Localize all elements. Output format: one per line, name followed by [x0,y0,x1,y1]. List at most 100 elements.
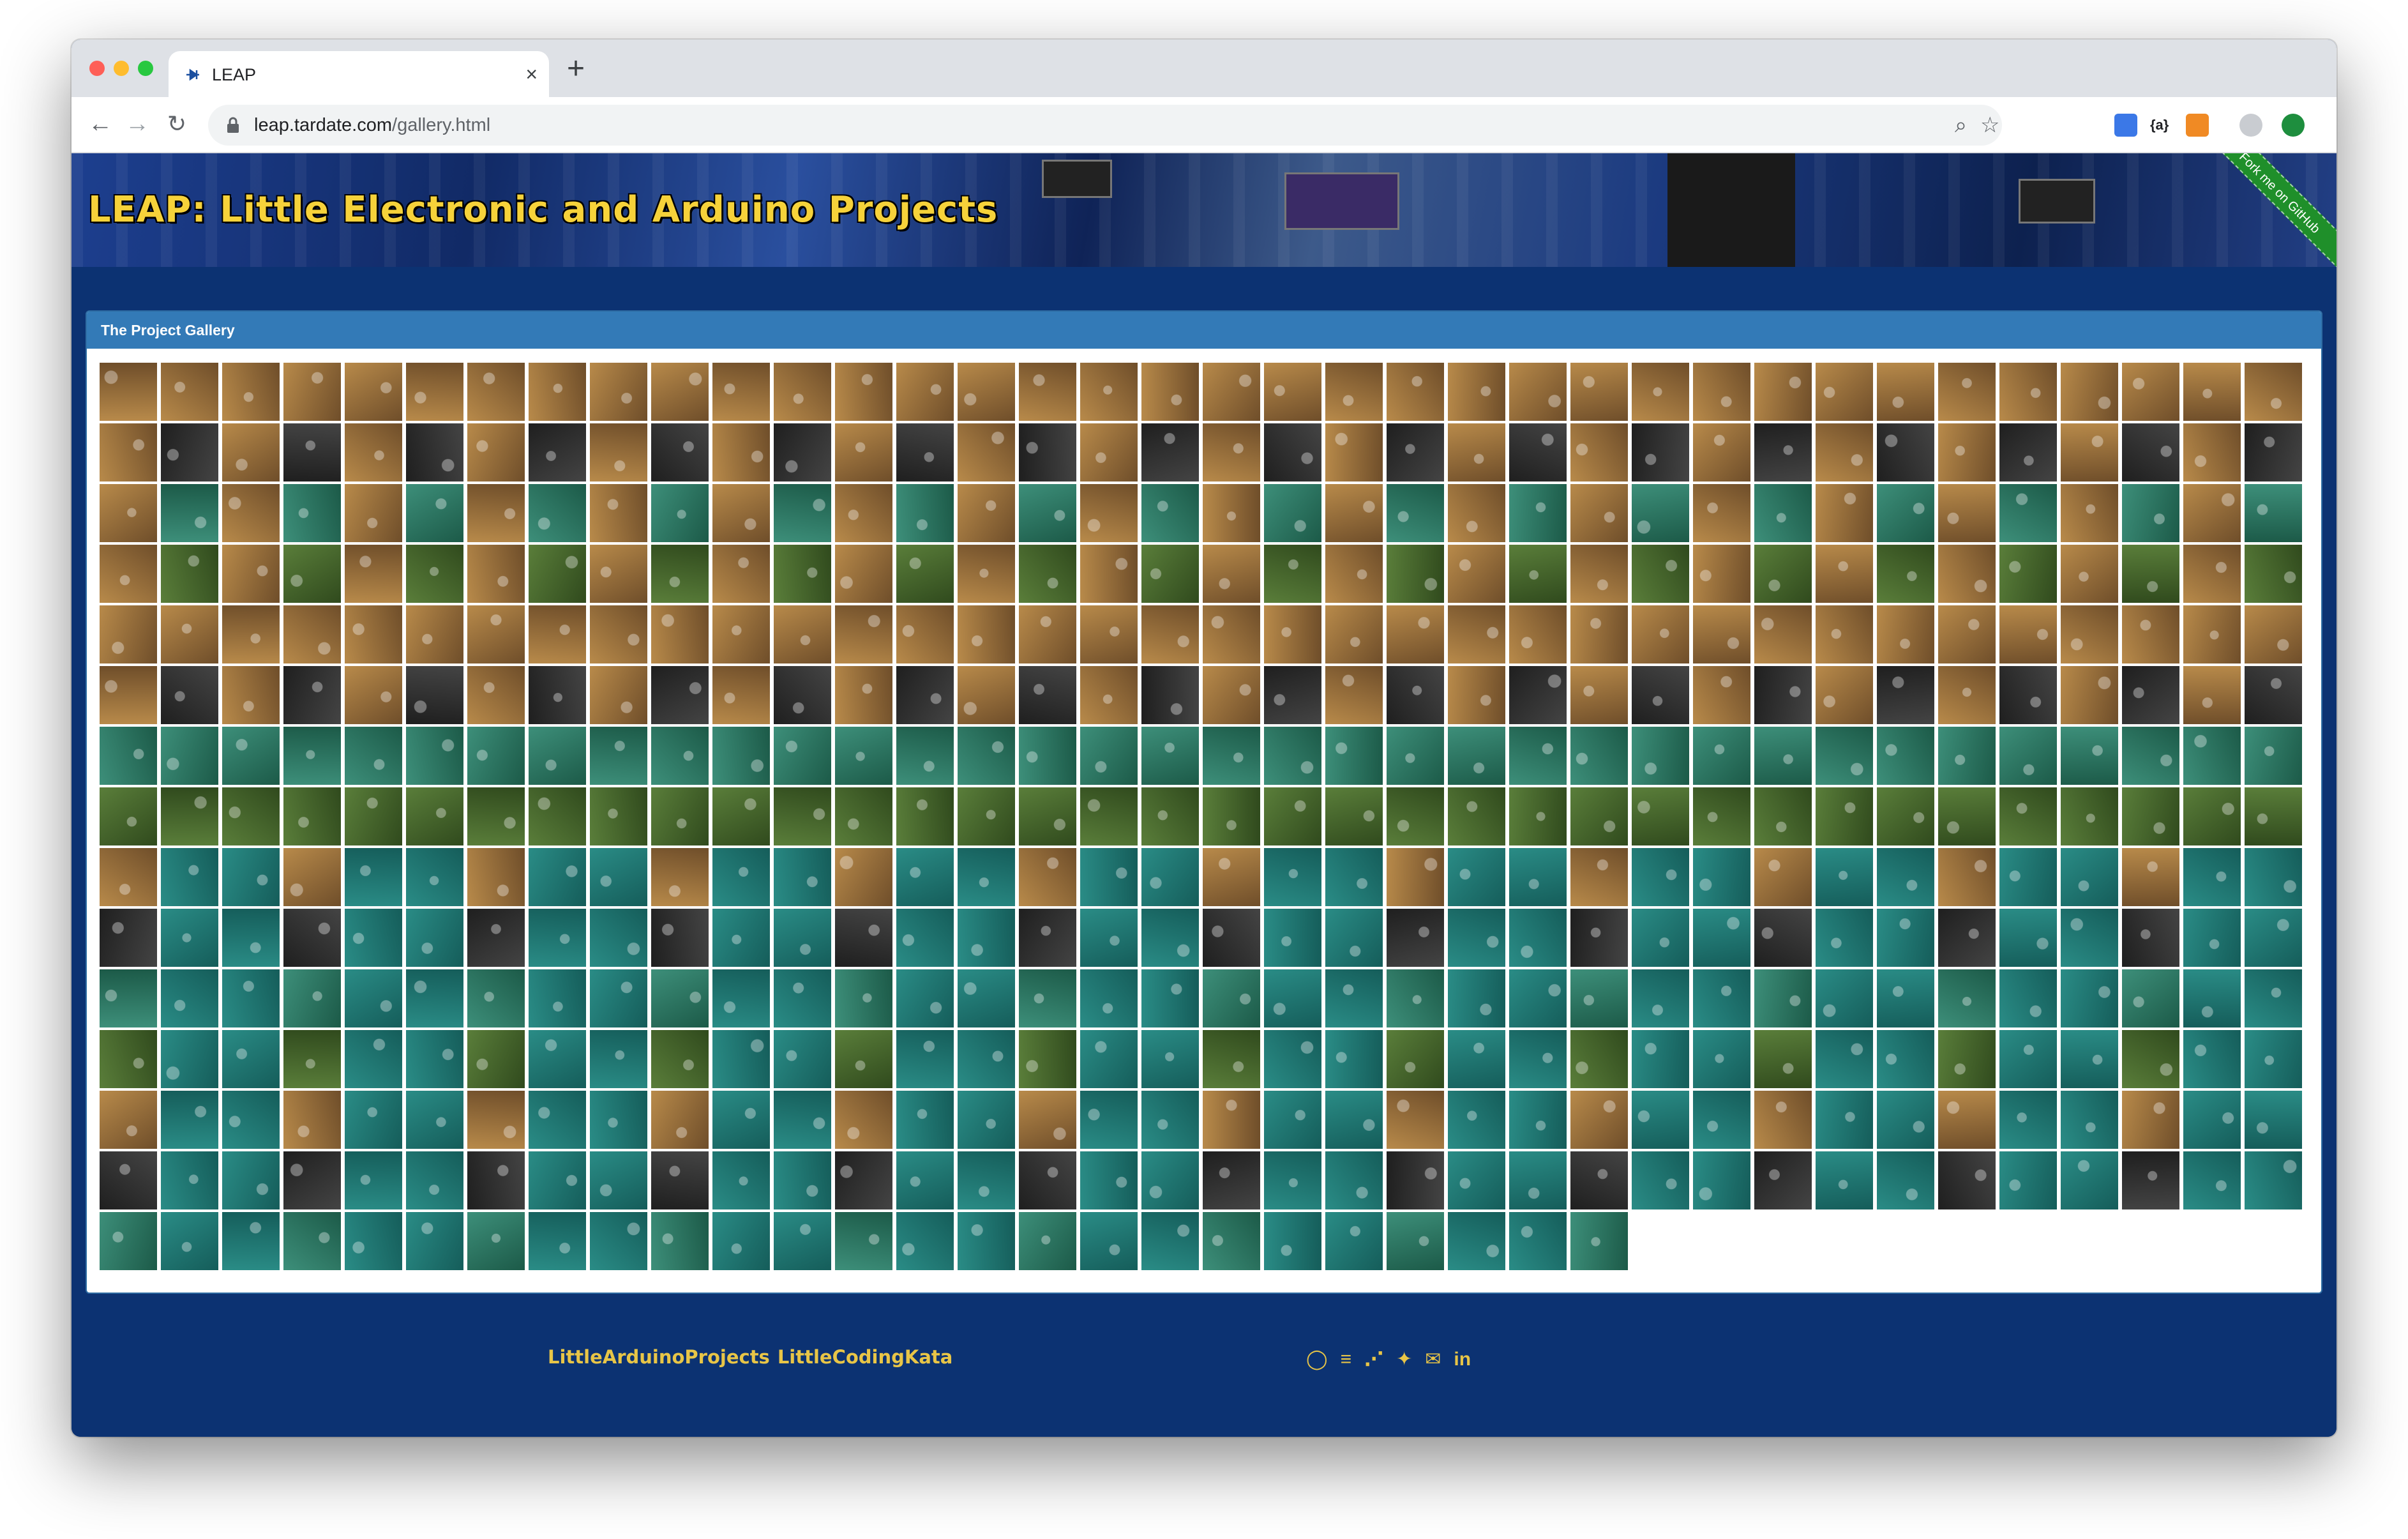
gallery-thumbnail[interactable] [406,909,463,967]
gallery-thumbnail[interactable] [1080,969,1138,1027]
gallery-thumbnail[interactable] [651,1212,709,1270]
gallery-thumbnail[interactable] [1387,909,1444,967]
gallery-thumbnail[interactable] [283,1151,341,1209]
gallery-thumbnail[interactable] [896,969,954,1027]
gallery-thumbnail[interactable] [651,787,709,845]
gallery-thumbnail[interactable] [1754,605,1812,663]
gallery-thumbnail[interactable] [100,909,157,967]
gallery-thumbnail[interactable] [161,545,218,603]
gallery-thumbnail[interactable] [835,605,892,663]
gallery-thumbnail[interactable] [1019,363,1076,421]
gallery-thumbnail[interactable] [1632,484,1689,542]
gallery-thumbnail[interactable] [2245,787,2302,845]
gallery-thumbnail[interactable] [1570,1212,1628,1270]
gallery-thumbnail[interactable] [1693,1151,1750,1209]
gallery-thumbnail[interactable] [1448,848,1505,906]
gallery-thumbnail[interactable] [1264,969,1321,1027]
gallery-thumbnail[interactable] [1754,848,1812,906]
gallery-thumbnail[interactable] [896,545,954,603]
gallery-thumbnail[interactable] [712,423,770,481]
gallery-thumbnail[interactable] [467,545,525,603]
gallery-thumbnail[interactable] [2122,545,2179,603]
gallery-thumbnail[interactable] [1141,545,1199,603]
gallery-thumbnail[interactable] [590,787,647,845]
gallery-thumbnail[interactable] [2122,605,2179,663]
gallery-thumbnail[interactable] [1999,909,2057,967]
gallery-thumbnail[interactable] [406,1151,463,1209]
extension-json-icon[interactable]: {a} [2150,114,2173,137]
gallery-thumbnail[interactable] [651,545,709,603]
gallery-thumbnail[interactable] [161,1151,218,1209]
gallery-thumbnail[interactable] [1325,787,1383,845]
gallery-thumbnail[interactable] [283,1030,341,1088]
gallery-thumbnail[interactable] [1570,1091,1628,1149]
gallery-thumbnail[interactable] [161,848,218,906]
gallery-thumbnail[interactable] [1203,545,1260,603]
gallery-thumbnail[interactable] [1877,848,1934,906]
gallery-thumbnail[interactable] [651,1151,709,1209]
gallery-thumbnail[interactable] [2061,423,2118,481]
gallery-thumbnail[interactable] [1264,1151,1321,1209]
gallery-thumbnail[interactable] [1816,727,1873,785]
gallery-thumbnail[interactable] [1999,545,2057,603]
gallery-thumbnail[interactable] [529,666,586,724]
maximize-window-button[interactable] [138,61,153,76]
gallery-thumbnail[interactable] [2122,1151,2179,1209]
gallery-thumbnail[interactable] [712,605,770,663]
gallery-thumbnail[interactable] [1816,848,1873,906]
gallery-thumbnail[interactable] [590,363,647,421]
star-icon[interactable]: ☆ [1980,114,1999,137]
gallery-thumbnail[interactable] [283,848,341,906]
gallery-thumbnail[interactable] [1693,1091,1750,1149]
gallery-thumbnail[interactable] [1387,1212,1444,1270]
gallery-thumbnail[interactable] [345,969,402,1027]
gallery-thumbnail[interactable] [1509,1030,1567,1088]
gallery-thumbnail[interactable] [529,1151,586,1209]
gallery-thumbnail[interactable] [1632,727,1689,785]
gallery-thumbnail[interactable] [1754,545,1812,603]
gallery-thumbnail[interactable] [283,484,341,542]
gallery-thumbnail[interactable] [958,969,1015,1027]
gallery-thumbnail[interactable] [1448,909,1505,967]
gallery-thumbnail[interactable] [345,787,402,845]
gallery-thumbnail[interactable] [1203,787,1260,845]
gallery-thumbnail[interactable] [1264,363,1321,421]
gallery-thumbnail[interactable] [529,909,586,967]
gallery-thumbnail[interactable] [896,787,954,845]
gallery-thumbnail[interactable] [1570,969,1628,1027]
gallery-thumbnail[interactable] [283,1091,341,1149]
gallery-thumbnail[interactable] [2122,423,2179,481]
gallery-thumbnail[interactable] [1325,727,1383,785]
gallery-thumbnail[interactable] [1141,605,1199,663]
gallery-thumbnail[interactable] [2122,1091,2179,1149]
gallery-thumbnail[interactable] [958,1030,1015,1088]
gallery-thumbnail[interactable] [1570,363,1628,421]
gallery-thumbnail[interactable] [161,484,218,542]
gallery-thumbnail[interactable] [1019,787,1076,845]
gallery-thumbnail[interactable] [1325,484,1383,542]
gallery-thumbnail[interactable] [1754,363,1812,421]
gallery-thumbnail[interactable] [222,545,280,603]
gallery-thumbnail[interactable] [2183,727,2241,785]
gallery-thumbnail[interactable] [1999,1151,2057,1209]
gallery-thumbnail[interactable] [590,1151,647,1209]
gallery-thumbnail[interactable] [651,666,709,724]
gallery-thumbnail[interactable] [283,545,341,603]
gallery-thumbnail[interactable] [467,969,525,1027]
gallery-thumbnail[interactable] [1509,848,1567,906]
gallery-thumbnail[interactable] [1632,848,1689,906]
gallery-thumbnail[interactable] [835,423,892,481]
gallery-thumbnail[interactable] [2122,363,2179,421]
gallery-thumbnail[interactable] [835,909,892,967]
gallery-thumbnail[interactable] [1264,727,1321,785]
gallery-thumbnail[interactable] [1264,1091,1321,1149]
gallery-thumbnail[interactable] [1754,727,1812,785]
gallery-thumbnail[interactable] [2183,1091,2241,1149]
gallery-thumbnail[interactable] [283,666,341,724]
gallery-thumbnail[interactable] [1141,363,1199,421]
gallery-thumbnail[interactable] [590,848,647,906]
email-icon[interactable]: ✉ [1425,1349,1441,1370]
reload-icon[interactable]: ↻ [167,110,186,138]
gallery-thumbnail[interactable] [1938,1151,1996,1209]
gallery-thumbnail[interactable] [958,605,1015,663]
